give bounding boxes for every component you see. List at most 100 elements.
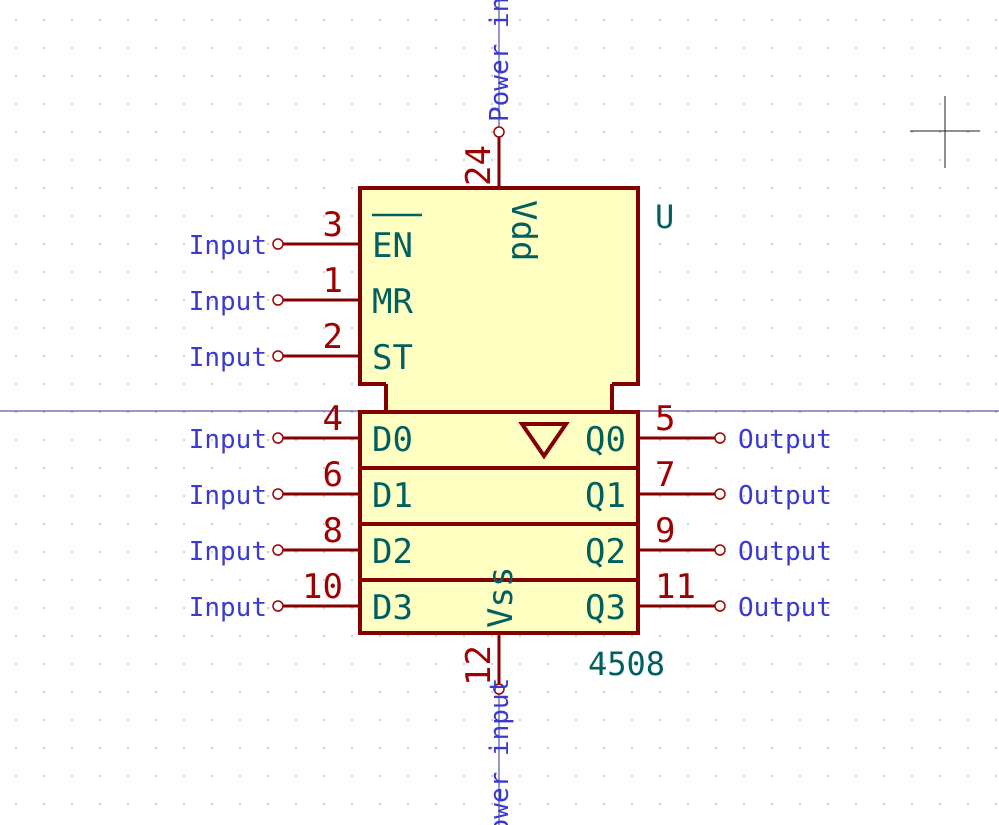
pin-endpoint-circle [493,126,505,138]
grid-dot [379,75,381,77]
grid-dot [799,243,801,245]
grid-dot [771,159,773,161]
grid-dot [127,355,129,357]
grid-dot [183,523,185,525]
grid-dot [435,719,437,721]
grid-dot [827,663,829,665]
grid-dot [211,327,213,329]
grid-dot [15,803,17,805]
grid-dot [855,271,857,273]
grid-dot [659,635,661,637]
pin-endpoint-circle [272,544,284,556]
pin-endpoint-circle [714,544,726,556]
grid-dot [883,607,885,609]
grid-dot [379,775,381,777]
grid-dot [967,75,969,77]
grid-dot [743,271,745,273]
grid-dot [743,663,745,665]
electrical-type-label: Power input [485,678,515,825]
grid-dot [43,383,45,385]
grid-dot [295,383,297,385]
grid-dot [183,579,185,581]
grid-dot [211,131,213,133]
grid-dot [183,75,185,77]
grid-dot [967,187,969,189]
grid-dot [883,355,885,357]
pin-number: 7 [655,455,675,495]
grid-dot [855,47,857,49]
grid-dot [575,663,577,665]
pin-name: Q1 [585,476,626,516]
grid-dot [99,19,101,21]
grid-dot [43,19,45,21]
grid-dot [15,299,17,301]
grid-dot [15,663,17,665]
schematic-canvas[interactable]: U 4508 24 Vdd Power input 1 2 Vss Power i… [0,0,999,825]
grid-dot [771,327,773,329]
grid-dot [127,327,129,329]
grid-dot [43,355,45,357]
electrical-type-label: Input [189,231,267,261]
grid-dot [855,243,857,245]
grid-dot [771,299,773,301]
grid-dot [71,215,73,217]
grid-dot [631,691,633,693]
grid-dot [267,383,269,385]
grid-dot [239,579,241,581]
grid-dot [911,271,913,273]
grid-dot [519,131,521,133]
grid-dot [939,467,941,469]
grid-dot [827,299,829,301]
grid-dot [995,187,997,189]
grid-dot [659,103,661,105]
grid-dot [547,131,549,133]
grid-dot [855,747,857,749]
grid-dot [239,103,241,105]
grid-dot [239,719,241,721]
grid-dot [827,19,829,21]
component-value[interactable]: 4508 [588,645,665,683]
grid-dot [435,635,437,637]
grid-dot [715,159,717,161]
reference-designator[interactable]: U [655,198,674,236]
pin-endpoint-circle [272,432,284,444]
grid-dot [211,103,213,105]
grid-dot [267,355,269,357]
grid-dot [519,803,521,805]
grid-dot [15,187,17,189]
grid-dot [743,803,745,805]
grid-dot [323,47,325,49]
grid-dot [743,131,745,133]
grid-dot [267,215,269,217]
grid-dot [995,719,997,721]
grid-dot [967,803,969,805]
grid-dot [99,243,101,245]
grid-dot [155,635,157,637]
grid-dot [687,719,689,721]
grid-dot [99,75,101,77]
grid-dot [43,215,45,217]
grid-dot [211,383,213,385]
grid-dot [127,775,129,777]
grid-dot [995,635,997,637]
grid-dot [15,159,17,161]
grid-dot [743,215,745,217]
grid-dot [855,719,857,721]
grid-dot [323,159,325,161]
grid-dot [435,19,437,21]
grid-dot [43,299,45,301]
grid-dot [351,75,353,77]
grid-dot [15,635,17,637]
grid-dot [547,635,549,637]
grid-dot [407,635,409,637]
grid-dot [99,719,101,721]
grid-dot [659,271,661,273]
grid-dot [743,243,745,245]
grid-dot [155,271,157,273]
grid-dot [995,327,997,329]
grid-dot [15,215,17,217]
grid-dot [463,747,465,749]
grid-dot [799,467,801,469]
grid-dot [883,299,885,301]
grid-dot [99,131,101,133]
